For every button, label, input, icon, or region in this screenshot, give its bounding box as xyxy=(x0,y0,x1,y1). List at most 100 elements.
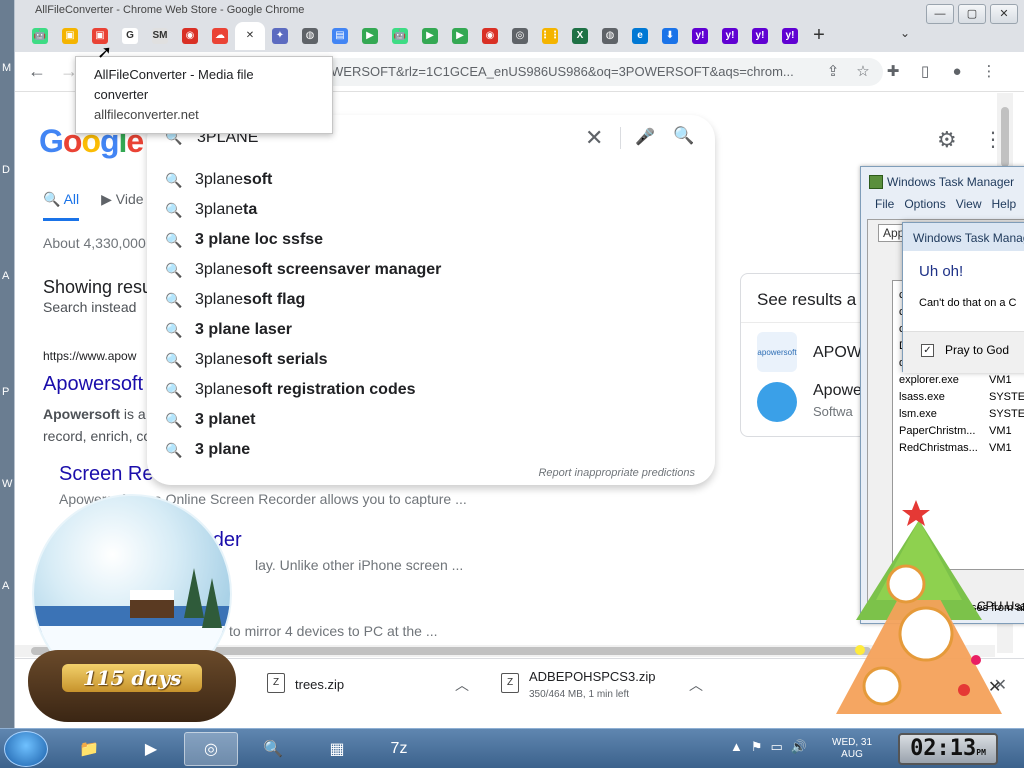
pray-checkbox-label[interactable]: Pray to God xyxy=(945,343,1009,357)
clear-search-icon[interactable]: ✕ xyxy=(585,125,603,151)
close-window-button[interactable]: ✕ xyxy=(990,4,1018,24)
profile-icon[interactable]: ● xyxy=(947,62,967,82)
search-tool-icon: 🔍 xyxy=(263,741,283,758)
share-icon[interactable]: ⇪ xyxy=(823,62,843,82)
browser-tab[interactable]: G xyxy=(115,22,145,50)
browser-tab[interactable]: ✕ xyxy=(235,22,265,50)
suggestion-item[interactable]: 🔍 3plane ta xyxy=(147,195,715,225)
chevron-up-icon[interactable]: ︿ xyxy=(689,675,703,695)
browser-tab[interactable]: ☁ xyxy=(205,22,235,50)
chrome-menu-icon[interactable]: ⋮ xyxy=(979,62,999,82)
apps-icon[interactable]: ⋮ xyxy=(983,127,995,152)
suggestion-item[interactable]: 🔍 3 plane xyxy=(147,435,715,465)
volume-icon[interactable]: 🔊 xyxy=(791,739,807,755)
pray-checkbox[interactable]: ✓ xyxy=(921,344,934,357)
browser-tab[interactable]: 🤖 xyxy=(385,22,415,50)
snow-globe-gadget[interactable]: 115 days xyxy=(22,490,242,726)
browser-tab[interactable]: ◉ xyxy=(175,22,205,50)
suggestion-item[interactable]: 🔍 3plane soft xyxy=(147,165,715,195)
bookmark-star-icon[interactable]: ☆ xyxy=(853,62,873,82)
christmas-tree-gadget[interactable]: ✕ xyxy=(826,500,1012,722)
network-icon[interactable]: ▭ xyxy=(771,739,783,755)
process-row[interactable]: RedChristmas... VM1 xyxy=(899,442,1012,454)
process-row[interactable]: lsm.exeSYSTEM xyxy=(899,408,1024,420)
menu-view[interactable]: View xyxy=(956,197,982,211)
search-instead-link[interactable]: Search instead xyxy=(43,299,136,315)
browser-tab[interactable]: ▣ xyxy=(55,22,85,50)
suggestion-item[interactable]: 🔍 3plane soft screensaver manager xyxy=(147,255,715,285)
sitelink-screen-recorder[interactable]: Screen Re xyxy=(59,463,154,486)
7zip-icon: 7z xyxy=(390,740,408,757)
browser-tab[interactable]: ⬇ xyxy=(655,22,685,50)
play-store-icon: ▶ xyxy=(452,28,468,44)
result-url[interactable]: https://www.apow xyxy=(43,349,136,363)
suggestion-item[interactable]: 🔍 3plane soft registration codes xyxy=(147,375,715,405)
browser-tab[interactable]: 🤖 xyxy=(25,22,55,50)
play-store-icon: ▶ xyxy=(362,28,378,44)
menu-file[interactable]: File xyxy=(875,197,894,211)
action-center-icon[interactable]: ⚑ xyxy=(751,739,763,755)
browser-tab[interactable]: ▶ xyxy=(445,22,475,50)
browser-tab[interactable]: ▶ xyxy=(355,22,385,50)
browser-tab[interactable]: ◉ xyxy=(475,22,505,50)
browser-tab[interactable]: ◍ xyxy=(295,22,325,50)
knowledge-item-name[interactable]: APOW xyxy=(813,344,862,362)
process-row[interactable]: explorer.exe VM1 xyxy=(899,374,1012,386)
browser-tab[interactable]: y! xyxy=(715,22,745,50)
tab-search-button[interactable]: ⌄ xyxy=(900,26,910,40)
suggestion-item[interactable]: 🔍 3plane soft serials xyxy=(147,345,715,375)
taskbar-7zip-button[interactable]: 7z xyxy=(372,732,426,766)
taskbar-explorer-button[interactable]: 📁 xyxy=(62,732,116,766)
browser-tab[interactable]: ◍ xyxy=(595,22,625,50)
new-tab-button[interactable]: + xyxy=(805,22,833,50)
browser-tab[interactable]: e xyxy=(625,22,655,50)
extensions-icon[interactable]: ✚ xyxy=(883,62,903,82)
menu-options[interactable]: Options xyxy=(904,197,945,211)
search-icon: 🔍 xyxy=(165,291,183,308)
maximize-button[interactable]: ▢ xyxy=(958,4,986,24)
browser-tab[interactable]: y! xyxy=(685,22,715,50)
result-title[interactable]: Apowersoft xyxy=(43,373,143,396)
taskbar-search-tool-button[interactable]: 🔍 xyxy=(246,732,300,766)
browser-tab[interactable]: ▶ xyxy=(415,22,445,50)
tab-all[interactable]: 🔍 All xyxy=(43,191,80,221)
search-box[interactable]: 🔍 3PLANE ✕ 🎤 🔍 🔍 3plane soft 🔍 3plane ta 🔍 3 pl… xyxy=(147,115,715,485)
globe-icon: ◍ xyxy=(602,28,618,44)
back-button[interactable]: ← xyxy=(25,60,49,84)
taskbar-media-player-button[interactable]: ▶ xyxy=(124,732,178,766)
browser-tab[interactable]: X xyxy=(565,22,595,50)
close-gadget-icon[interactable]: ✕ xyxy=(988,677,1001,696)
browser-tab[interactable]: ▤ xyxy=(325,22,355,50)
browser-tab[interactable]: y! xyxy=(745,22,775,50)
yahoo-icon: y! xyxy=(782,28,798,44)
chevron-up-icon[interactable]: ︿ xyxy=(455,675,469,695)
browser-tab[interactable]: ⋮⋮ xyxy=(535,22,565,50)
excel-icon: X xyxy=(572,28,588,44)
suggestion-item[interactable]: 🔍 3 planet xyxy=(147,405,715,435)
taskbar-task-manager-button[interactable]: ▦ xyxy=(310,732,364,766)
clock-gadget[interactable]: 02:13PM xyxy=(898,733,998,765)
start-button[interactable] xyxy=(4,731,48,767)
search-submit-icon[interactable]: 🔍 xyxy=(673,126,694,146)
suggestion-item[interactable]: 🔍 3 plane laser xyxy=(147,315,715,345)
minimize-button[interactable]: — xyxy=(926,4,954,24)
taskbar-chrome-button[interactable]: ◎ xyxy=(184,732,238,766)
show-hidden-icons-icon[interactable]: ▲ xyxy=(730,739,743,755)
download-item[interactable]: Z ADBEPOHSPCS3.zip 350/464 MB, 1 min lef… xyxy=(501,669,711,707)
side-panel-icon[interactable]: ▯ xyxy=(915,62,935,82)
report-predictions-link[interactable]: Report inappropriate predictions xyxy=(538,467,695,479)
process-row[interactable]: PaperChristm... VM1 xyxy=(899,425,1012,437)
browser-tab[interactable]: SM xyxy=(145,22,175,50)
suggestion-item[interactable]: 🔍 3plane soft flag xyxy=(147,285,715,315)
suggestion-item[interactable]: 🔍 3 plane loc ssfse xyxy=(147,225,715,255)
browser-tab[interactable]: y! xyxy=(775,22,805,50)
settings-icon[interactable]: ⚙ xyxy=(937,127,957,153)
process-row[interactable]: lsass.exeSYSTEM xyxy=(899,391,1024,403)
voice-search-icon[interactable]: 🎤 xyxy=(635,127,655,147)
tab-videos[interactable]: ▶ Vide xyxy=(101,191,143,221)
knowledge-item-name[interactable]: Apowe xyxy=(813,382,862,400)
download-item[interactable]: Z trees.zip ︿ xyxy=(267,669,477,707)
browser-tab[interactable]: ✦ xyxy=(265,22,295,50)
browser-tab[interactable]: ◎ xyxy=(505,22,535,50)
menu-help[interactable]: Help xyxy=(992,197,1017,211)
